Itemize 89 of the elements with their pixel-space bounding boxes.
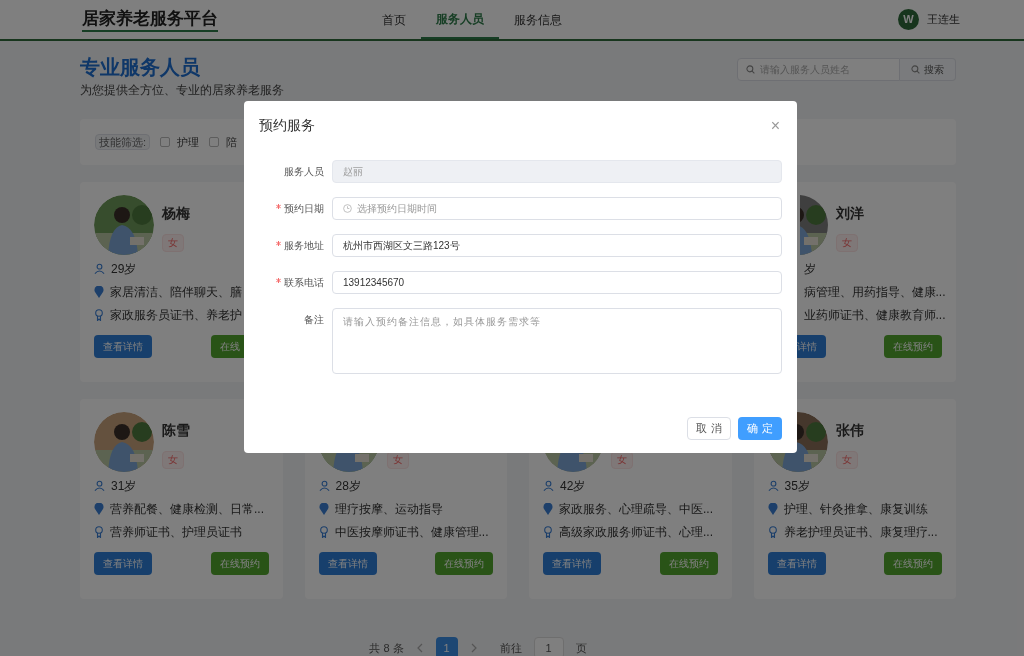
confirm-button[interactable]: 确 定 [738, 417, 782, 440]
filter-label: 技能筛选: [95, 134, 151, 150]
services-text: 病管理、用药指导、健康... [803, 283, 946, 301]
field-label: 联系电话 [284, 276, 324, 290]
field-label: 预约日期 [284, 202, 324, 216]
search-icon [911, 65, 920, 74]
nav-tab[interactable]: 首页 [367, 0, 421, 39]
services-text: 营养配餐、健康检测、日常... [110, 500, 264, 518]
search-button[interactable]: 搜索 [900, 58, 956, 81]
nav-tab[interactable]: 服务人员 [421, 0, 499, 39]
user-avatar[interactable]: W [898, 9, 919, 30]
age-text: 28岁 [335, 477, 361, 495]
age-text: 42岁 [560, 477, 586, 495]
location-pin-icon [543, 502, 553, 515]
services-text: 家政服务、心理疏导、中医... [559, 500, 713, 518]
details-button[interactable]: 查看详情 [767, 552, 826, 575]
page-number[interactable]: 1 [435, 637, 458, 656]
certificates-text: 家政服务员证书、养老护 [110, 306, 242, 324]
services-text: 家居清洁、陪伴聊天、膳 [110, 283, 242, 301]
gender-tag: 女 [162, 451, 184, 469]
book-button[interactable]: 在线预约 [659, 552, 718, 575]
date-field[interactable]: 选择预约日期时间 [332, 197, 782, 220]
book-button[interactable]: 在线预约 [884, 335, 942, 358]
page-subtitle: 为您提供全方位、专业的居家养老服务 [80, 82, 285, 98]
person-icon [318, 480, 330, 491]
book-button[interactable]: 在线预约 [210, 552, 269, 575]
dialog-title: 预约服务 [259, 116, 315, 135]
staff-name: 刘洋 [835, 204, 864, 222]
gender-tag: 女 [835, 451, 858, 469]
age-text: 35岁 [784, 477, 810, 495]
person-icon [543, 480, 554, 491]
book-button[interactable]: 在线预约 [884, 552, 942, 575]
gender-tag: 女 [162, 234, 184, 252]
gender-tag: 女 [835, 234, 858, 252]
page-title: 专业服务人员 [80, 55, 200, 80]
details-button[interactable]: 查看详情 [94, 552, 152, 575]
required-icon [276, 204, 281, 209]
person-icon [94, 480, 105, 491]
goto-label: 前往 [499, 640, 522, 656]
age-text: 29岁 [111, 260, 137, 278]
text-field[interactable]: 杭州市西湖区文三路123号 [332, 234, 782, 257]
certificates-text: 养老护理员证书、康复理疗... [783, 523, 938, 541]
location-pin-icon [318, 502, 329, 515]
details-button[interactable]: 查看详情 [543, 552, 601, 575]
location-pin-icon [94, 502, 104, 515]
person-icon [767, 480, 779, 491]
required-icon [276, 241, 281, 246]
services-text: 护理、针灸推拿、康复训练 [783, 500, 928, 518]
location-pin-icon [94, 285, 104, 298]
page-input[interactable]: 1 [533, 637, 564, 656]
search-icon [746, 65, 755, 74]
book-button[interactable]: 在线预约 [435, 552, 493, 575]
staff-name: 杨梅 [162, 204, 190, 222]
text-field[interactable]: 13912345670 [332, 271, 782, 294]
prev-page-icon[interactable] [415, 643, 424, 653]
location-pin-icon [767, 502, 778, 515]
age-text: 31岁 [111, 477, 137, 495]
certificates-text: 营养师证书、护理员证书 [110, 523, 242, 541]
award-icon [543, 525, 553, 538]
nav-tab[interactable]: 服务信息 [499, 0, 577, 39]
award-icon [94, 525, 104, 538]
close-button[interactable]: × [770, 117, 780, 134]
field-label: 服务人员 [284, 165, 324, 179]
next-page-icon[interactable] [469, 643, 478, 653]
filter-checkbox[interactable]: 护理 [160, 133, 200, 151]
award-icon [767, 525, 778, 538]
person-icon [94, 263, 105, 274]
field-label: 服务地址 [284, 239, 324, 253]
cancel-button[interactable]: 取 消 [687, 417, 731, 440]
staff-name: 张伟 [835, 421, 864, 439]
services-text: 理疗按摩、运动指导 [334, 500, 443, 518]
details-button[interactable]: 查看详情 [318, 552, 377, 575]
age-text: 岁 [803, 260, 816, 278]
page-unit: 页 [575, 640, 587, 656]
brand-title: 居家养老服务平台 [82, 7, 218, 32]
certificates-text: 高级家政服务师证书、心理... [559, 523, 713, 541]
total-count: 共 8 条 [369, 640, 404, 656]
notes-field[interactable]: 请输入预约备注信息，如具体服务需求等 [332, 308, 782, 374]
required-icon [276, 278, 281, 283]
award-icon [94, 308, 104, 321]
award-icon [318, 525, 329, 538]
details-button[interactable]: 查看详情 [94, 335, 152, 358]
staff-name: 陈雪 [162, 421, 190, 439]
clock-icon [343, 204, 352, 213]
user-name: 王连生 [927, 12, 960, 28]
certificates-text: 业药师证书、健康教育师... [803, 306, 946, 324]
field-label: 备注 [304, 313, 324, 327]
filter-checkbox[interactable]: 陪 [209, 133, 238, 151]
certificates-text: 中医按摩师证书、健康管理... [334, 523, 489, 541]
